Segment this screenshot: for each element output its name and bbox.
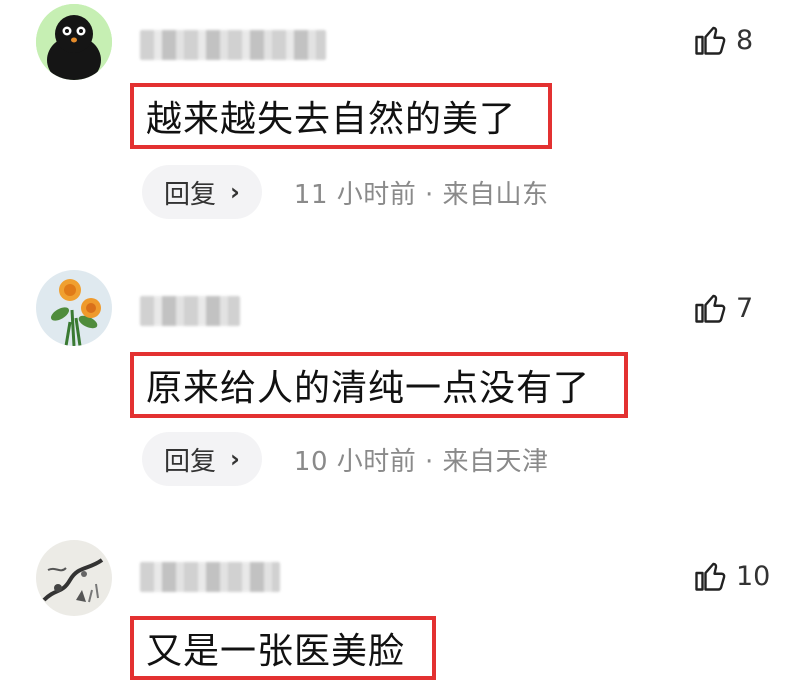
- comment-text: 又是一张医美脸: [146, 631, 406, 672]
- comment-footer: 回复 › 10 小时前 · 来自天津: [142, 432, 549, 486]
- username-blurred[interactable]: [140, 30, 326, 60]
- chevron-right-icon: ›: [230, 178, 240, 206]
- comment-text: 原来给人的清纯一点没有了: [146, 368, 591, 409]
- like-button[interactable]: 7: [692, 290, 753, 326]
- timestamp-location: 11 小时前 · 来自山东: [293, 179, 549, 210]
- penguin-avatar: [36, 4, 112, 80]
- like-count: 8: [736, 24, 754, 56]
- avatar[interactable]: [36, 540, 112, 616]
- flower-avatar: [36, 270, 112, 346]
- comment-footer: 回复 › 11 小时前 · 来自山东: [142, 165, 549, 219]
- reply-button[interactable]: 回复 ›: [142, 165, 262, 219]
- thumbs-up-icon: [695, 562, 726, 591]
- comment-text-highlighted: 又是一张医美脸: [130, 616, 436, 680]
- thumbs-up-icon: [695, 294, 726, 323]
- chevron-right-icon: ›: [230, 445, 240, 473]
- comment-text-highlighted: 越来越失去自然的美了: [130, 83, 552, 149]
- avatar[interactable]: [36, 270, 112, 346]
- like-count: 10: [736, 560, 771, 592]
- like-button[interactable]: 8: [692, 22, 753, 58]
- ink-painting-avatar: [36, 540, 112, 616]
- comment-text-highlighted: 原来给人的清纯一点没有了: [130, 352, 628, 418]
- comment-text: 越来越失去自然的美了: [146, 99, 517, 140]
- thumbs-up-icon: [695, 26, 726, 55]
- reply-label: 回复: [164, 446, 217, 477]
- reply-button[interactable]: 回复 ›: [142, 432, 262, 486]
- like-button[interactable]: 10: [692, 558, 770, 594]
- avatar[interactable]: [36, 4, 112, 80]
- reply-label: 回复: [164, 179, 217, 210]
- username-blurred[interactable]: [140, 562, 280, 592]
- username-blurred[interactable]: [140, 296, 240, 326]
- like-count: 7: [736, 292, 754, 324]
- timestamp-location: 10 小时前 · 来自天津: [293, 446, 549, 477]
